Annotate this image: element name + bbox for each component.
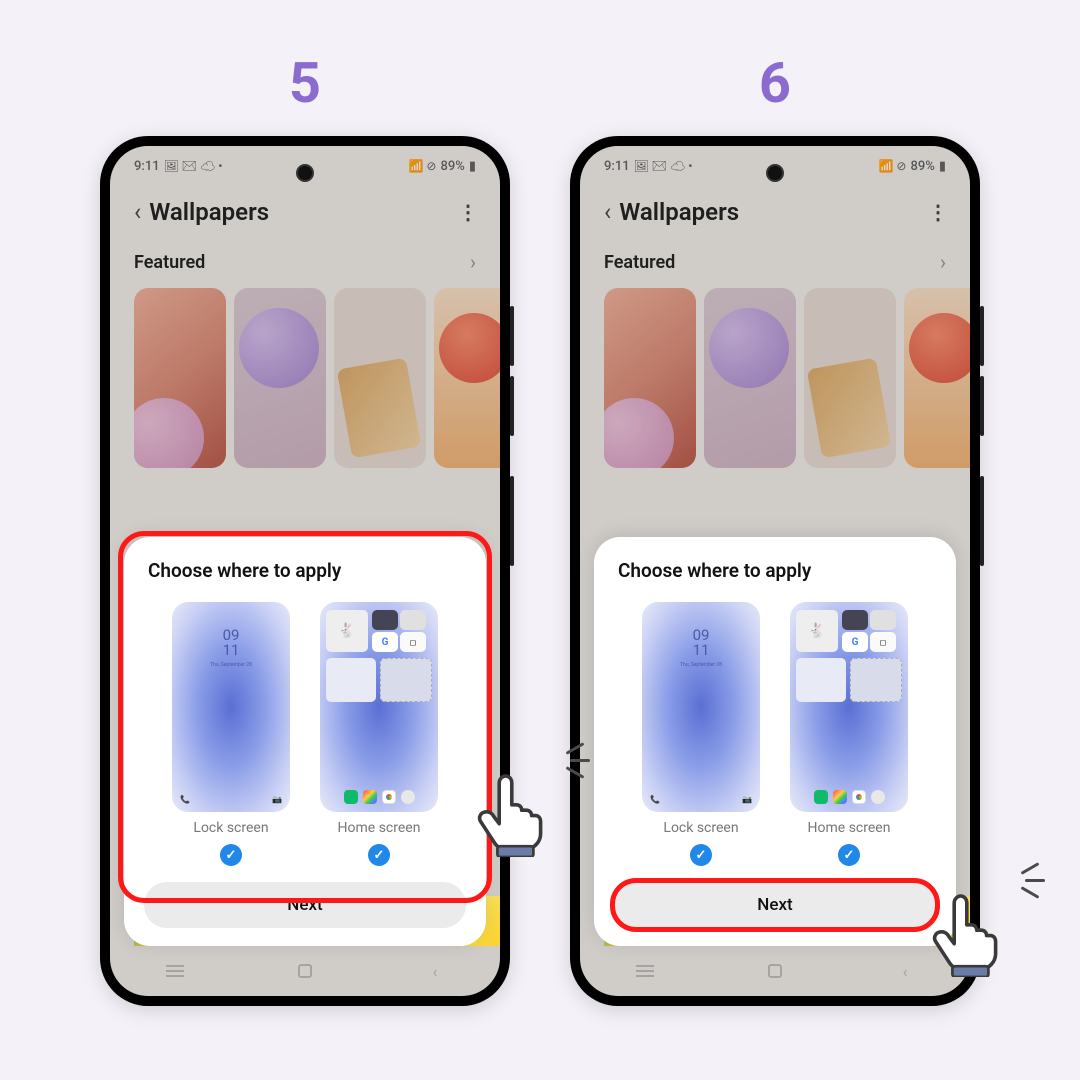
widget-icon [400, 610, 426, 630]
phone-frame: 9:11 🖼 ✉ ☁ • 📶 ⊘ 89% ▮ ‹ Wallpapers ⋮ Fe… [100, 136, 510, 1006]
screen: 9:11 🖼 ✉ ☁ • 📶 ⊘ 89% ▮ ‹ Wallpapers ⋮ Fe… [110, 146, 500, 996]
sheet-title: Choose where to apply [614, 559, 936, 582]
nav-home[interactable] [294, 960, 316, 982]
nav-recents[interactable] [164, 960, 186, 982]
nav-bar: ‹ [580, 946, 970, 996]
home-dock [790, 790, 908, 804]
check-icon[interactable]: ✓ [368, 844, 390, 866]
widget-icon: 🐇 [326, 610, 368, 652]
volume-down-button[interactable] [980, 376, 984, 436]
nav-back[interactable]: ‹ [424, 960, 446, 982]
lock-label: Lock screen [663, 820, 738, 836]
widget-icon: ◻ [870, 632, 896, 652]
step-6: 6 9:11 🖼 ✉ ☁ • 📶 ⊘ 89% ▮ ‹ Wallpapers [570, 50, 980, 1006]
dock-icon [833, 790, 847, 804]
dock-icon [344, 790, 358, 804]
apply-sheet: Choose where to apply 0911 Thu, Septembe… [594, 537, 956, 946]
home-dock [320, 790, 438, 804]
home-label: Home screen [338, 820, 421, 836]
widget-icon [326, 658, 376, 702]
volume-up-button[interactable] [980, 306, 984, 366]
home-preview: 🐇 G◻ [320, 602, 438, 812]
lock-shortcuts: 📞📷 [642, 795, 760, 804]
widget-icon [380, 658, 432, 702]
lock-preview: 0911 Thu, September 28 📞📷 [172, 602, 290, 812]
dock-icon [401, 790, 415, 804]
volume-down-button[interactable] [510, 376, 514, 436]
home-preview: 🐇 G◻ [790, 602, 908, 812]
widget-icon [372, 610, 398, 630]
nav-back[interactable]: ‹ [894, 960, 916, 982]
power-button[interactable] [510, 476, 514, 566]
apply-sheet: Choose where to apply 0911 Thu, Septembe… [124, 537, 486, 946]
widget-icon: 🐇 [796, 610, 838, 652]
widget-icon: ◻ [400, 632, 426, 652]
home-screen-option[interactable]: 🐇 G◻ [320, 602, 438, 866]
home-screen-option[interactable]: 🐇 G◻ [790, 602, 908, 866]
lock-preview: 0911 Thu, September 28 📞📷 [642, 602, 760, 812]
nav-home[interactable] [764, 960, 786, 982]
volume-up-button[interactable] [510, 306, 514, 366]
next-button[interactable]: Next [614, 882, 936, 928]
next-button[interactable]: Next [144, 882, 466, 928]
dock-icon [814, 790, 828, 804]
check-icon[interactable]: ✓ [220, 844, 242, 866]
lock-shortcuts: 📞📷 [172, 795, 290, 804]
lock-label: Lock screen [193, 820, 268, 836]
lock-date: Thu, September 28 [642, 662, 760, 668]
step-5: 5 9:11 🖼 ✉ ☁ • 📶 ⊘ 89% ▮ ‹ Wallpapers [100, 50, 510, 1006]
lock-date: Thu, September 28 [172, 662, 290, 668]
nav-bar: ‹ [110, 946, 500, 996]
dock-icon [382, 790, 396, 804]
dock-icon [363, 790, 377, 804]
widget-icon: G [372, 632, 398, 652]
nav-recents[interactable] [634, 960, 656, 982]
dock-icon [871, 790, 885, 804]
dock-icon [852, 790, 866, 804]
power-button[interactable] [980, 476, 984, 566]
home-label: Home screen [808, 820, 891, 836]
widget-icon: G [842, 632, 868, 652]
lock-screen-option[interactable]: 0911 Thu, September 28 📞📷 Lock screen ✓ [172, 602, 290, 866]
widget-icon [796, 658, 846, 702]
phone-frame: 9:11 🖼 ✉ ☁ • 📶 ⊘ 89% ▮ ‹ Wallpapers ⋮ Fe… [570, 136, 980, 1006]
widget-icon [850, 658, 902, 702]
check-icon[interactable]: ✓ [838, 844, 860, 866]
widget-icon [870, 610, 896, 630]
lock-clock: 0911 [642, 628, 760, 658]
step-5-number: 5 [289, 50, 321, 116]
check-icon[interactable]: ✓ [690, 844, 712, 866]
lock-screen-option[interactable]: 0911 Thu, September 28 📞📷 Lock screen ✓ [642, 602, 760, 866]
sheet-title: Choose where to apply [144, 559, 466, 582]
screen: 9:11 🖼 ✉ ☁ • 📶 ⊘ 89% ▮ ‹ Wallpapers ⋮ Fe… [580, 146, 970, 996]
lock-clock: 0911 [172, 628, 290, 658]
widget-icon [842, 610, 868, 630]
step-6-number: 6 [759, 50, 791, 116]
